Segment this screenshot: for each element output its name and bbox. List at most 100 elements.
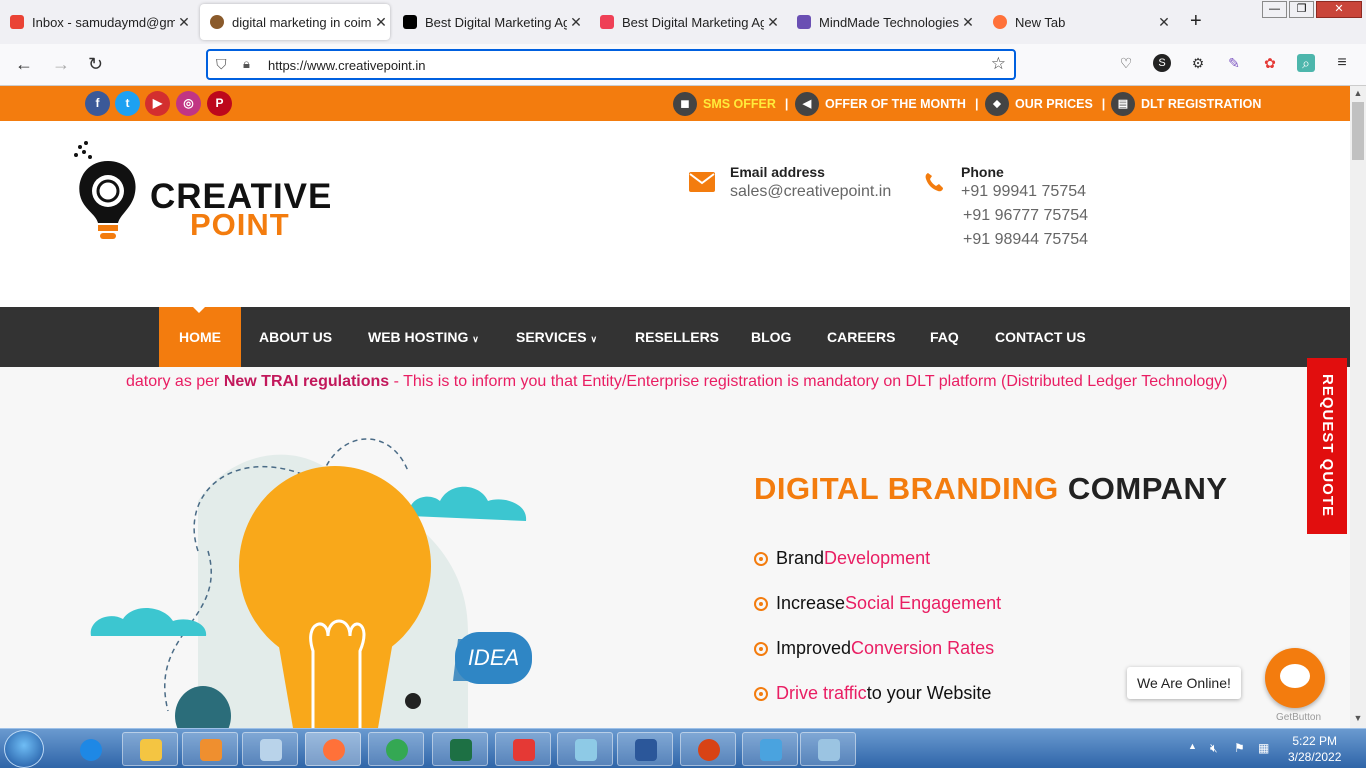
app-taskbar-icon[interactable] [680,732,736,766]
our-prices-link[interactable]: ⬥ OUR PRICES | [985,92,1105,116]
ie-taskbar-icon[interactable] [62,732,118,766]
loading-icon [210,15,224,29]
explorer-taskbar-icon[interactable] [122,732,178,766]
request-quote-button[interactable]: REQUEST QUOTE [1307,358,1347,534]
tab-label: New Tab [1015,14,1066,30]
tray-expand-icon[interactable]: ▲ [1188,741,1197,751]
address-bar[interactable]: ⛉ 🔒︎ https://www.creativepoint.in ☆ [206,49,1016,80]
feature-text: Increase [776,593,846,613]
instagram-icon[interactable]: ◎ [176,91,201,116]
marquee-bold: New TRAI regulations [223,373,390,390]
scroll-thumb[interactable] [1352,102,1364,160]
youtube-icon[interactable]: ▶ [145,91,170,116]
shield-icon[interactable]: ⛉ [216,56,227,73]
pinterest-icon[interactable]: P [207,91,232,116]
nav-about-us[interactable]: ABOUT US [259,307,332,367]
tab-dev[interactable]: Best Digital Marketing Age ✕ [393,4,585,40]
tab-label: digital marketing in coimb [232,14,372,30]
speaker-muted-icon[interactable]: 🔇︎ [1210,741,1218,756]
feature-item: Brand Development [754,548,930,569]
tab-close-icon[interactable]: ✕ [1155,14,1173,31]
new-tab-button[interactable]: + [1190,10,1202,33]
feature-highlight: Conversion Rates [851,638,995,658]
tab-label: Best Digital Marketing Age [622,14,764,30]
excel-taskbar-icon[interactable] [432,732,488,766]
creative-point-logo[interactable]: CREATIVE POINT [72,139,331,249]
nav-home[interactable]: HOME [159,307,241,367]
word-taskbar-icon[interactable] [617,732,673,766]
paint-taskbar-icon[interactable] [557,732,613,766]
lock-icon[interactable]: 🔒︎ [243,56,250,72]
nav-resellers[interactable]: RESELLERS [635,307,719,367]
target-bullet-icon [754,641,768,656]
tab-mindmade[interactable]: MindMade Technologies - ✕ [787,4,977,40]
tab-close-icon[interactable]: ✕ [959,14,977,31]
phone-number[interactable]: +91 96777 75754 [961,204,1088,228]
nav-careers[interactable]: CAREERS [827,307,895,367]
phone-number[interactable]: +91 98944 75754 [961,228,1088,252]
flag-icon[interactable]: ⚑ [1234,741,1245,755]
email-block: Email address sales@creativepoint.in [730,164,891,204]
tab-close-icon[interactable]: ✕ [764,14,782,31]
people-taskbar-icon[interactable] [742,732,798,766]
url-text[interactable]: https://www.creativepoint.in [268,58,426,73]
scroll-up-icon[interactable]: ▲ [1350,88,1366,98]
extension-s-icon[interactable]: S [1153,54,1171,72]
tab-close-icon[interactable]: ✕ [567,14,585,31]
chat-button[interactable] [1265,648,1325,708]
online-status-bubble[interactable]: We Are Online! [1127,667,1241,699]
back-arrow-icon[interactable]: ← [15,54,33,75]
phone-number[interactable]: +91 99941 75754 [961,180,1088,204]
nav-contact-us[interactable]: CONTACT US [995,307,1086,367]
announcement-marquee[interactable]: datory as per New TRAI regulations - Thi… [126,373,1228,391]
chrome-taskbar-icon[interactable] [368,732,424,766]
notepad-taskbar-icon[interactable] [242,732,298,766]
tab-newtab[interactable]: New Tab ✕ [983,4,1173,40]
firefox-taskbar-icon[interactable] [305,732,361,766]
tab-active-search[interactable]: digital marketing in coimb ✕ [200,4,390,40]
close-window-button[interactable]: ✕ [1316,1,1362,18]
minimize-button[interactable]: — [1262,1,1287,18]
feather-icon[interactable]: ✎ [1225,54,1243,72]
facebook-icon[interactable]: f [85,91,110,116]
forward-arrow-icon[interactable]: → [52,54,70,75]
reload-icon[interactable]: ↻ [88,54,103,75]
clock-date: 3/28/2022 [1288,750,1342,764]
photos-taskbar-icon[interactable] [800,732,856,766]
scroll-down-icon[interactable]: ▼ [1350,713,1366,723]
magnifier-extension-icon[interactable]: ⌕ [1297,54,1315,72]
phone-label: Phone [961,164,1004,180]
nav-web-hosting[interactable]: WEB HOSTING ∨ [368,307,479,367]
bookmark-star-icon[interactable]: ☆ [991,54,1006,74]
tab-close-icon[interactable]: ✕ [175,14,193,31]
getbutton-label[interactable]: GetButton [1276,712,1321,723]
chevron-down-icon: ∨ [472,334,479,344]
tab-close-icon[interactable]: ✕ [372,14,390,31]
gear-icon[interactable]: ⚙ [1189,54,1207,72]
page-scrollbar[interactable]: ▲ ▼ [1350,86,1366,728]
sms-offer-link[interactable]: ◼ SMS OFFER | [673,92,788,116]
nav-faq[interactable]: FAQ [930,307,959,367]
network-icon[interactable]: ▦ [1258,741,1269,755]
windows-taskbar: ▲ 🔇︎ ⚑ ▦ 5:22 PM 3/28/2022 [0,728,1366,768]
tab-pocket[interactable]: Best Digital Marketing Age ✕ [590,4,782,40]
menu-icon[interactable]: ≡ [1333,54,1351,72]
browser-chrome: Inbox - samudaymd@gma ✕ digital marketin… [0,0,1366,86]
tab-gmail[interactable]: Inbox - samudaymd@gma ✕ [0,4,193,40]
system-clock[interactable]: 5:22 PM 3/28/2022 [1288,733,1341,765]
nav-services[interactable]: SERVICES ∨ [516,307,597,367]
twitter-icon[interactable]: t [115,91,140,116]
feature-text: to your Website [866,683,992,703]
nav-blog[interactable]: BLOG [751,307,791,367]
start-button[interactable] [4,730,44,768]
offer-of-month-link[interactable]: ◀ OFFER OF THE MONTH | [795,92,978,116]
maximize-button[interactable]: ❐ [1289,1,1314,18]
dlt-registration-link[interactable]: ▤ DLT REGISTRATION [1111,92,1261,116]
email-value[interactable]: sales@creativepoint.in [730,180,891,204]
media-player-taskbar-icon[interactable] [182,732,238,766]
lightbulb-logo-icon [74,141,136,239]
color-wheel-icon[interactable]: ✿ [1261,54,1279,72]
pocket-save-icon[interactable]: ♡ [1117,54,1135,72]
anydesk-taskbar-icon[interactable] [495,732,551,766]
web-page: f t ▶ ◎ P ◼ SMS OFFER | ◀ OFFER OF THE M… [0,86,1350,728]
